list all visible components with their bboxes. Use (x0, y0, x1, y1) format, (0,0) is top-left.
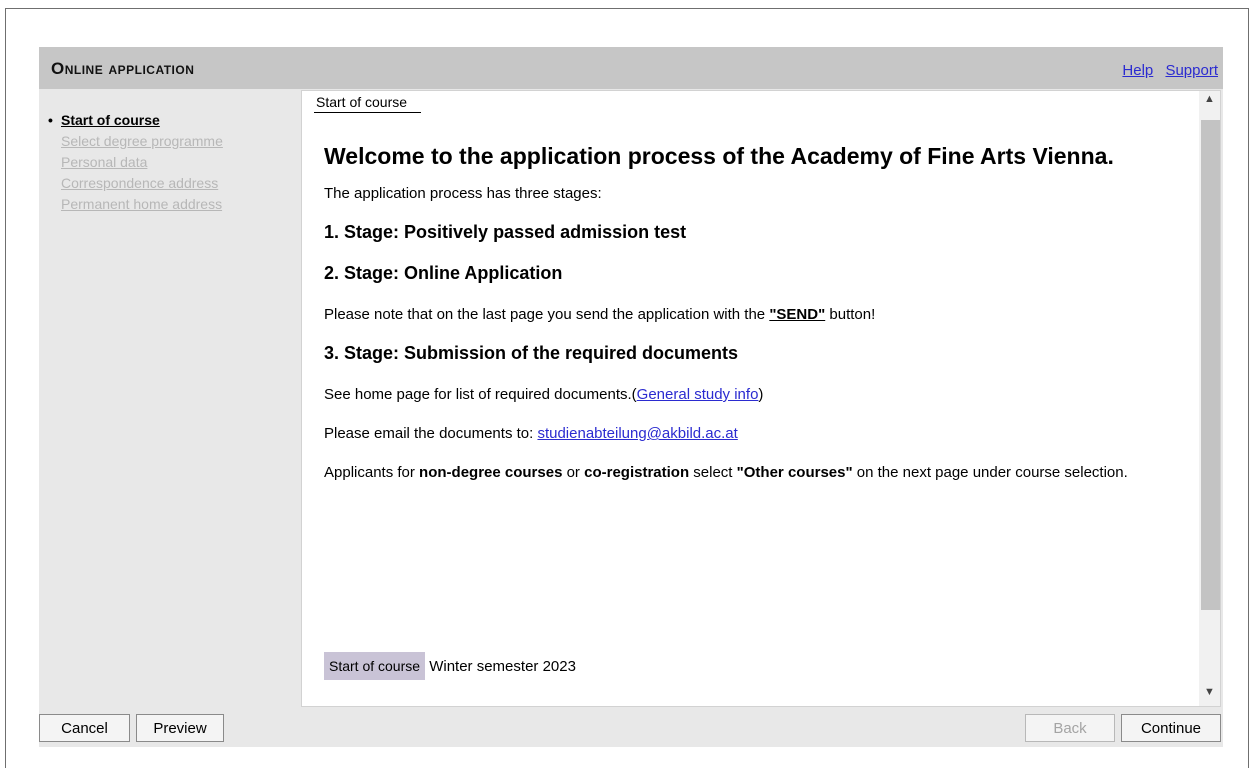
scroll-up-icon[interactable]: ▲ (1199, 93, 1220, 111)
page-title: Online application (51, 59, 195, 78)
stage-1-heading: 1. Stage: Positively passed admission te… (324, 222, 687, 242)
applicants-note: Applicants for non-degree courses or co-… (324, 462, 1174, 483)
send-note-tail: button! (825, 306, 876, 323)
sidebar-item-personal-data[interactable]: Personal data (45, 154, 295, 170)
welcome-heading: Welcome to the application process of th… (324, 143, 1114, 169)
applicants-text-1: Applicants for (324, 464, 420, 481)
email-text: Please email the documents to: (324, 425, 538, 442)
course-start-label: Start of course (324, 652, 426, 680)
continue-button[interactable]: Continue (1121, 714, 1221, 742)
stage-3-heading: 3. Stage: Submission of the required doc… (324, 343, 739, 363)
welcome-content: Welcome to the application process of th… (324, 143, 1174, 501)
general-study-info-link[interactable]: General study info (637, 386, 759, 403)
header-bar: Online application Help Support (39, 47, 1223, 89)
sidebar-item-select-degree-programme[interactable]: Select degree programme (45, 133, 295, 149)
back-button[interactable]: Back (1025, 714, 1115, 742)
other-courses-text: "Other courses" (736, 464, 853, 481)
documents-tail: ) (758, 386, 764, 403)
scroll-thumb[interactable] (1201, 120, 1220, 610)
sidebar-item-permanent-home-address[interactable]: Permanent home address (45, 196, 295, 212)
stage-2-heading: 2. Stage: Online Application (324, 263, 563, 283)
email-link[interactable]: studienabteilung@akbild.ac.at (537, 425, 737, 442)
scroll-down-icon[interactable]: ▼ (1199, 686, 1220, 704)
applicants-text-4: on the next page under course selection. (852, 464, 1128, 481)
send-button-reference: "SEND" (769, 306, 826, 323)
email-note: Please email the documents to: studienab… (324, 423, 1174, 444)
header-links: Help Support (1114, 62, 1218, 79)
vertical-scrollbar[interactable]: ▲ ▼ (1199, 91, 1220, 706)
documents-note: See home page for list of required docum… (324, 384, 1174, 405)
help-link[interactable]: Help (1122, 62, 1153, 79)
step-navigation: • Start of course Select degree programm… (45, 112, 295, 217)
cancel-button[interactable]: Cancel (39, 714, 130, 742)
content-panel: Start of course Welcome to the applicati… (301, 90, 1221, 707)
sidebar-item-label: Start of course (61, 112, 160, 128)
non-degree-courses-text: non-degree courses (419, 464, 563, 481)
course-start-row: Start of course Winter semester 2023 (324, 652, 576, 680)
preview-button[interactable]: Preview (136, 714, 224, 742)
applicants-text-3: select (689, 464, 737, 481)
send-note-text: Please note that on the last page you se… (324, 306, 770, 323)
tab-start-of-course[interactable]: Start of course (314, 94, 422, 113)
sidebar-item-start-of-course[interactable]: • Start of course (45, 112, 295, 128)
active-bullet: • (48, 112, 53, 128)
applicants-text-2: or (562, 464, 585, 481)
sidebar-item-correspondence-address[interactable]: Correspondence address (45, 175, 295, 191)
documents-text: See home page for list of required docum… (324, 386, 637, 403)
course-start-value: Winter semester 2023 (425, 658, 576, 675)
support-link[interactable]: Support (1165, 62, 1218, 79)
application-window: Online application Help Support • Start … (39, 47, 1223, 747)
co-registration-text: co-registration (584, 464, 690, 481)
intro-text: The application process has three stages… (324, 185, 602, 202)
send-note: Please note that on the last page you se… (324, 304, 1174, 325)
